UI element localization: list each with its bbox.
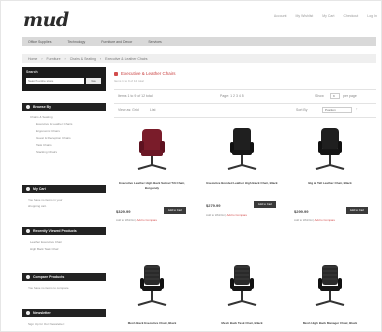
- add-to-cart-button[interactable]: Add to Cart: [346, 207, 368, 214]
- add-to-compare-link[interactable]: Add to Compare: [137, 218, 157, 222]
- items-count: Items 1 to 9 of 12 total: [118, 94, 153, 98]
- product-image[interactable]: [130, 263, 174, 313]
- sidebar-section-title: Browse By: [33, 105, 52, 109]
- sort-direction-icon[interactable]: ↑: [356, 107, 358, 111]
- top-link-account[interactable]: Account: [274, 14, 287, 18]
- sidebar-section-title: Compare Products: [33, 275, 65, 279]
- sidebar-text: shopping cart.: [28, 204, 47, 208]
- divider: [114, 117, 376, 118]
- breadcrumb-separator: ›: [41, 56, 43, 61]
- add-to-wishlist-link[interactable]: Add to Wishlist: [206, 213, 225, 217]
- breadcrumb-furniture[interactable]: Furniture: [47, 57, 61, 61]
- sidebar-section-browse: Browse By: [22, 103, 106, 111]
- divider: [114, 89, 376, 90]
- page-title: Executive & Leather Chairs: [114, 71, 176, 76]
- product-name[interactable]: Mesh High Back Manager Chair, Black: [294, 321, 366, 326]
- sort-select[interactable]: Position: [322, 107, 352, 113]
- per-page-label: per page: [343, 94, 357, 98]
- sidebar-link[interactable]: Leather Executive Chair: [30, 240, 62, 244]
- sidebar: Search Go Browse By Chairs & Seating Exe…: [22, 67, 106, 332]
- sidebar-section-compare: Compare Products: [22, 273, 106, 281]
- page-title-text: Executive & Leather Chairs: [121, 71, 176, 76]
- add-to-cart-button[interactable]: Add to Cart: [254, 201, 276, 208]
- product-links: Add to Wishlist | Add to Compare: [206, 213, 248, 217]
- product-links: Add to Wishlist | Add to Compare: [294, 218, 336, 222]
- product-price: $279.99: [206, 203, 221, 208]
- sidebar-link[interactable]: High Back Task Chair: [30, 247, 59, 251]
- sort-label: Sort By: [296, 108, 308, 112]
- add-to-compare-link[interactable]: Add to Compare: [315, 218, 335, 222]
- sidebar-section-title: Newsletter: [33, 311, 51, 315]
- product-name[interactable]: Big & Tall Leather Chair, Black: [294, 181, 366, 186]
- product-price: $329.99: [116, 209, 131, 214]
- main-nav: Office Supplies Technology Furniture and…: [22, 37, 376, 46]
- site-header: mud Account My Wishlist My Cart Checkout…: [1, 1, 382, 31]
- product-name[interactable]: Executive Leather High Back Swivel Tilt …: [116, 181, 188, 191]
- product-image[interactable]: [308, 263, 352, 313]
- bullet-icon: [26, 311, 30, 315]
- view-mode[interactable]: View as: Grid: [118, 108, 139, 112]
- search-panel: Search Go: [22, 67, 106, 91]
- breadcrumb: Home › Furniture › Chairs & Seating › Ex…: [22, 54, 376, 63]
- sidebar-section-newsletter: Newsletter: [22, 309, 106, 317]
- bullet-icon: [26, 275, 30, 279]
- sidebar-link[interactable]: Ergonomic Chairs: [36, 129, 60, 133]
- sidebar-text: Sign Up for Our Newsletter:: [28, 322, 65, 326]
- store-page: mud Account My Wishlist My Cart Checkout…: [0, 0, 382, 332]
- show-select[interactable]: 9: [330, 93, 340, 99]
- sidebar-section-cart: My Cart: [22, 185, 106, 193]
- sidebar-link[interactable]: Task Chairs: [36, 143, 52, 147]
- sidebar-section-title: Recently Viewed Products: [33, 229, 77, 233]
- top-link-login[interactable]: Log In: [367, 14, 377, 18]
- add-to-wishlist-link[interactable]: Add to Wishlist: [294, 218, 313, 222]
- nav-item-furniture[interactable]: Furniture and Decor: [101, 40, 132, 44]
- sidebar-section-recent: Recently Viewed Products: [22, 227, 106, 235]
- sidebar-text: You have no items to compare.: [28, 286, 70, 290]
- sidebar-link[interactable]: Stacking Chairs: [36, 150, 57, 154]
- add-to-compare-link[interactable]: Add to Compare: [227, 213, 247, 217]
- add-to-cart-button[interactable]: Add to Cart: [164, 207, 186, 214]
- breadcrumb-separator: ›: [64, 56, 66, 61]
- sidebar-section-title: My Cart: [33, 187, 46, 191]
- site-logo[interactable]: mud: [23, 9, 69, 31]
- breadcrumb-chairs[interactable]: Chairs & Seating: [70, 57, 96, 61]
- search-label: Search: [26, 70, 38, 74]
- view-list-link[interactable]: List: [150, 108, 155, 112]
- add-to-wishlist-link[interactable]: Add to Wishlist: [116, 218, 135, 222]
- show-label: Show: [315, 94, 324, 98]
- nav-item-technology[interactable]: Technology: [67, 40, 85, 44]
- pager[interactable]: Page: 1 2 3 4 5: [220, 94, 244, 98]
- sidebar-link[interactable]: Chairs & Seating: [30, 115, 53, 119]
- breadcrumb-separator: ›: [99, 56, 102, 61]
- divider: [114, 103, 376, 104]
- bullet-icon: [26, 187, 30, 191]
- nav-item-office-supplies[interactable]: Office Supplies: [28, 40, 51, 44]
- product-image[interactable]: [130, 125, 174, 175]
- search-input[interactable]: [26, 78, 84, 84]
- product-price: $299.99: [294, 209, 309, 214]
- top-links: Account My Wishlist My Cart Checkout Log…: [274, 14, 377, 18]
- product-name[interactable]: Mesh Back Executive Chair, Black: [116, 321, 188, 326]
- page-subtitle: Items 1 to 9 of 12 total: [114, 79, 144, 83]
- top-link-cart[interactable]: My Cart: [322, 14, 334, 18]
- product-image[interactable]: [220, 263, 264, 313]
- product-name[interactable]: Executive Bonded Leather High Back Chair…: [206, 181, 278, 186]
- breadcrumb-current: Executive & Leather Chairs: [105, 56, 148, 61]
- sidebar-link[interactable]: Executive & Leather Chairs: [36, 122, 72, 126]
- sidebar-text: You have no items in your: [28, 198, 63, 202]
- search-button[interactable]: Go: [86, 78, 101, 84]
- sidebar-link[interactable]: Guest & Reception Chairs: [36, 136, 71, 140]
- category-icon: [114, 71, 118, 76]
- product-image[interactable]: [308, 125, 352, 175]
- top-link-wishlist[interactable]: My Wishlist: [296, 14, 314, 18]
- product-links: Add to Wishlist | Add to Compare: [116, 218, 158, 222]
- bullet-icon: [26, 229, 30, 233]
- breadcrumb-home[interactable]: Home: [28, 57, 37, 61]
- product-name[interactable]: Mesh Back Task Chair, Black: [206, 321, 278, 326]
- top-link-checkout[interactable]: Checkout: [343, 14, 358, 18]
- product-listing: Executive & Leather Chairs Items 1 to 9 …: [110, 67, 376, 332]
- product-image[interactable]: [220, 125, 264, 175]
- bullet-icon: [26, 105, 30, 109]
- nav-item-services[interactable]: Services: [148, 40, 161, 44]
